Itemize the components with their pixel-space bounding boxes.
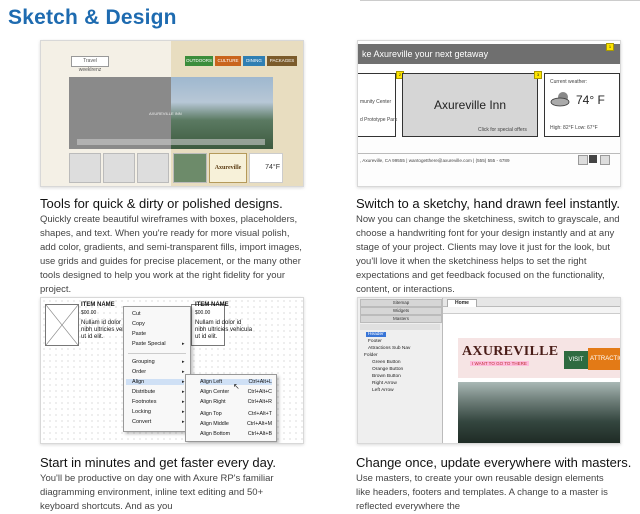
social-icon-3 <box>600 155 610 165</box>
menu-paste-special[interactable]: Paste Special <box>132 341 166 347</box>
visit-button[interactable]: VISIT <box>564 351 588 369</box>
feature-title-2: Switch to a sketchy, hand drawn feel ins… <box>356 196 620 211</box>
body-line-1a: Nullam id dolor id <box>81 320 128 326</box>
sketch-left-box <box>358 73 396 137</box>
menu-convert[interactable]: Convert <box>132 419 151 425</box>
menu-grouping[interactable]: Grouping <box>132 359 155 365</box>
sketch-banner: ke Axureville your next getaway <box>358 44 620 64</box>
hero-caption: AXUREVILLE INN <box>149 111 182 116</box>
menu-align[interactable]: Align <box>126 379 184 385</box>
align-middle[interactable]: Align Middle Ctrl+Alt+M <box>200 421 272 427</box>
top-divider <box>360 0 640 1</box>
feature-title-3: Start in minutes and get faster every da… <box>40 455 277 470</box>
panel-masters[interactable]: Masters <box>360 315 442 323</box>
attractions-button[interactable]: ATTRACTIO <box>588 348 620 370</box>
price-1: $00.00 <box>81 310 97 316</box>
body-line-2b: nibh ultricies vehicula <box>195 327 253 333</box>
panel-sitemap[interactable]: Sitemap <box>360 299 442 307</box>
footer-divider <box>358 153 620 154</box>
chevron-right-icon: ▸ <box>182 341 185 347</box>
menu-footnotes[interactable]: Footnotes <box>132 399 156 405</box>
weather-label: Current weather: <box>550 79 588 85</box>
item-name-1: ITEM NAME <box>81 302 115 308</box>
sketch-footer: , Axureville, CA 99555 | wantogetthere@a… <box>360 158 510 163</box>
hero-controls <box>77 139 265 145</box>
left-line-2: d Prototype Park <box>360 117 398 123</box>
item-name-2: ITEM NAME <box>195 302 229 308</box>
price-2: $00.00 <box>195 310 211 316</box>
nav-outdoors: OUTDOORS <box>185 56 213 66</box>
wireframe-nav: OUTDOORS CULTURE DINING PACKAGES <box>153 56 301 66</box>
tree-item-folder[interactable]: Folder <box>364 353 378 358</box>
feature-desc-4: Use masters, to create your own reusable… <box>356 473 608 512</box>
menu-copy[interactable]: Copy <box>132 321 145 327</box>
menu-locking[interactable]: Locking <box>132 409 151 415</box>
landscape-photo <box>458 382 620 443</box>
align-right[interactable]: Align Right Ctrl+Alt+R <box>200 399 272 405</box>
cloud-icon <box>550 91 572 107</box>
body-line-2c: ut id elit. <box>195 334 218 340</box>
tree-item-orange-button[interactable]: Orange Button <box>372 367 403 372</box>
menu-paste[interactable]: Paste <box>132 331 146 337</box>
feature-title-1: Tools for quick & dirty or polished desi… <box>40 196 283 211</box>
feature-desc-1: Quickly create beautiful wireframes with… <box>40 214 302 295</box>
thumb-1 <box>69 153 101 183</box>
mouse-cursor-icon: ↖ <box>233 382 240 391</box>
note-marker-3: 3 <box>534 71 542 79</box>
polished-design-screenshot: Travel weeklrenz OUTDOORS CULTURE DINING… <box>40 40 304 187</box>
feature-title-4: Change once, update everywhere with mast… <box>356 455 632 470</box>
nav-dining: DINING <box>243 56 265 66</box>
nav-culture: CULTURE <box>215 56 241 66</box>
context-menu: Cut Copy Paste Paste Special Grouping Or… <box>123 306 191 432</box>
left-line-1: munity Center <box>360 99 392 105</box>
tree-item-header[interactable]: Header <box>366 332 386 337</box>
feature-desc-2: Now you can change the sketchiness, swit… <box>356 214 620 295</box>
wireframe-logo: Travel weeklrenz <box>71 56 109 73</box>
axureville-logo: AXUREVILLE <box>462 344 559 359</box>
body-line-1c: ut id elit. <box>81 334 104 340</box>
thumb-4 <box>173 153 207 183</box>
align-bottom[interactable]: Align Bottom Ctrl+Alt+B <box>200 431 272 437</box>
menu-separator-1 <box>128 353 186 354</box>
menu-distribute[interactable]: Distribute <box>132 389 155 395</box>
tree-item-left-arrow[interactable]: Left Arrow <box>372 388 394 393</box>
masters-screenshot: Sitemap Widgets Masters Header Footer At… <box>357 297 621 444</box>
note-marker-1: 1 <box>606 43 614 51</box>
menu-cut[interactable]: Cut <box>132 311 141 317</box>
tagline: I WANT TO GO TO THERE <box>470 361 529 366</box>
image-placeholder <box>45 304 79 346</box>
tree-item-attractions[interactable]: Attractions Sub Nav <box>368 346 410 351</box>
align-submenu: Align Left Ctrl+Alt+L Align Center Ctrl+Al… <box>185 374 277 442</box>
masters-toolbar <box>360 324 440 330</box>
page-title: Sketch & Design <box>8 6 177 29</box>
social-icon-2 <box>589 155 597 163</box>
tab-home[interactable]: Home <box>447 299 477 307</box>
inn-subtext: Click for special offers <box>478 127 527 133</box>
weather-range: High: 82°F Low: 67°F <box>550 125 598 131</box>
left-panels: Sitemap Widgets Masters Header Footer At… <box>358 298 443 443</box>
chevron-right-icon: ▸ <box>182 359 185 365</box>
sketch-temp: 74° F <box>576 93 605 107</box>
align-top[interactable]: Align Top Ctrl+Alt+T <box>200 411 272 417</box>
body-line-2a: Nullam id dolor id <box>195 320 242 326</box>
tree-item-footer[interactable]: Footer <box>368 339 382 344</box>
nav-packages: PACKAGES <box>267 56 297 66</box>
context-menu-screenshot: ITEM NAME $00.00 Nullam id dolor id nibh… <box>40 297 304 444</box>
tree-item-green-button[interactable]: Green Button <box>372 360 401 365</box>
sketchy-design-screenshot: ke Axureville your next getaway 1 munity… <box>357 40 621 187</box>
panel-widgets[interactable]: Widgets <box>360 307 442 315</box>
tree-item-right-arrow[interactable]: Right Arrow <box>372 381 397 386</box>
social-icon-1 <box>578 155 588 165</box>
menu-order[interactable]: Order <box>132 369 146 375</box>
thumb-3 <box>137 153 169 183</box>
weather-box: 74°F <box>249 153 283 183</box>
thumb-2 <box>103 153 135 183</box>
tree-item-brown-button[interactable]: Brown Button <box>372 374 401 379</box>
feature-desc-3: You'll be productive on day one with Axu… <box>40 473 274 512</box>
canvas-tabs: Home <box>443 298 620 307</box>
inn-title-box: Axureville Inn <box>209 153 247 183</box>
ruler <box>443 307 620 314</box>
